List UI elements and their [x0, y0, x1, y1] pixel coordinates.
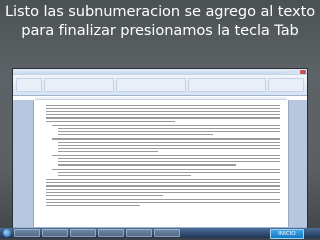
document-text-line	[46, 191, 280, 193]
document-text-line	[46, 199, 280, 201]
word-screenshot	[12, 68, 308, 234]
taskbar-item-5[interactable]	[126, 229, 152, 237]
start-button[interactable]	[3, 229, 11, 237]
ribbon-group-styles[interactable]	[188, 78, 266, 92]
document-text-line	[46, 111, 280, 113]
document-text-line	[46, 117, 280, 119]
close-icon[interactable]	[300, 70, 306, 74]
ribbon-toolbar	[13, 75, 307, 96]
inicio-button[interactable]: INICIO	[270, 229, 304, 239]
document-text-line	[52, 168, 280, 170]
maximize-icon[interactable]	[293, 70, 299, 74]
document-text-line	[46, 105, 280, 107]
document-text-line	[58, 150, 158, 152]
document-text-line	[58, 127, 280, 130]
document-text-line	[46, 202, 280, 204]
document-page[interactable]	[33, 100, 289, 227]
taskbar-item-3[interactable]	[70, 229, 96, 237]
slide-title: Listo las subnumeracion se agrego al tex…	[4, 3, 316, 39]
document-text-line	[58, 171, 280, 173]
taskbar-item-6[interactable]	[154, 229, 180, 237]
taskbar-item-4[interactable]	[98, 229, 124, 237]
document-text-line	[58, 131, 280, 133]
document-text-line	[46, 185, 280, 187]
taskbar-item-2[interactable]	[42, 229, 68, 237]
document-text-line	[52, 124, 280, 126]
document-text-line	[46, 114, 280, 116]
document-text-line	[46, 188, 280, 190]
document-text-line	[58, 164, 236, 166]
document-text-line	[46, 205, 140, 207]
document-text-line	[46, 179, 280, 181]
document-text-line	[58, 161, 280, 163]
ribbon-group-paragraph[interactable]	[116, 78, 186, 92]
ribbon-group-clipboard[interactable]	[16, 78, 42, 92]
minimize-icon[interactable]	[286, 70, 292, 74]
ribbon-group-font[interactable]	[44, 78, 114, 92]
document-text-line	[58, 158, 280, 160]
taskbar-item-1[interactable]	[14, 229, 40, 237]
document-text-line	[46, 120, 175, 122]
document-text-line	[46, 108, 280, 110]
document-text-line	[58, 144, 280, 146]
document-text-line	[58, 141, 280, 143]
document-text-line	[58, 134, 214, 136]
document-text-line	[46, 182, 280, 184]
document-text-line	[58, 174, 192, 177]
document-text-line	[58, 147, 280, 149]
document-text-line	[52, 138, 280, 140]
ribbon-group-editing[interactable]	[268, 78, 304, 92]
document-text-line	[52, 155, 280, 157]
document-text-line	[46, 194, 163, 196]
